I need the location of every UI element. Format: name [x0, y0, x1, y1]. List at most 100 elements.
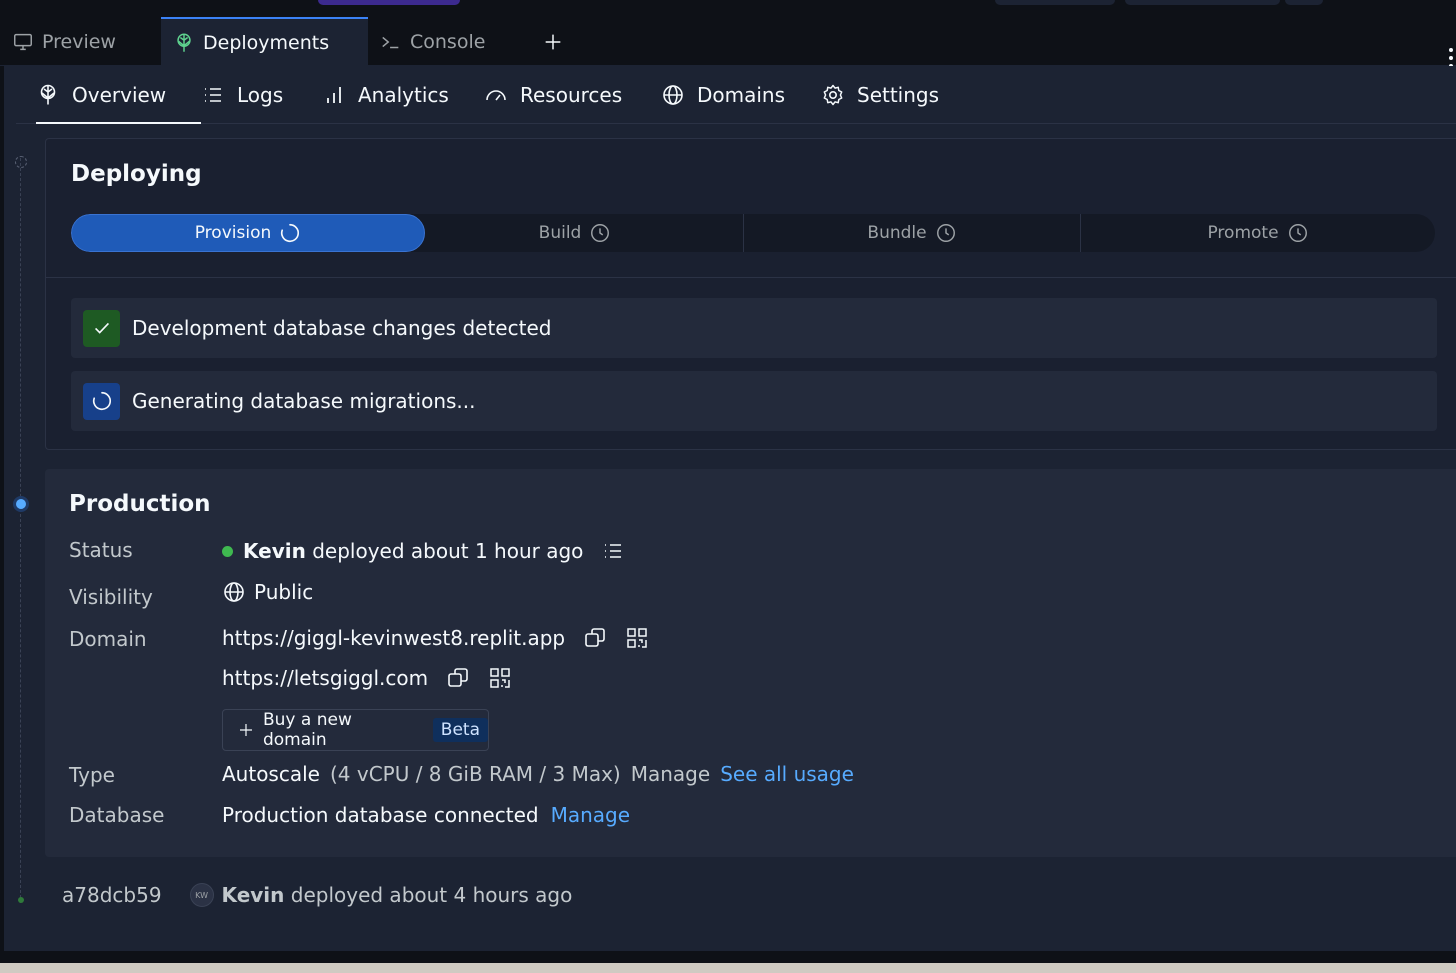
tab-label: Preview	[42, 30, 116, 53]
clock-icon	[936, 224, 955, 242]
history-entry[interactable]: a78dcb59 KW Kevin deployed about 4 hours…	[62, 883, 572, 907]
domain-row: https://letsgiggl.com	[222, 666, 512, 690]
deploy-step-bar: Build Bundle Promote Provision	[71, 214, 1435, 252]
tab-preview[interactable]: Preview	[0, 17, 160, 66]
database-label: Database	[69, 803, 165, 827]
gear-icon	[823, 84, 843, 106]
list-icon	[205, 88, 221, 102]
type-value: Autoscale (4 vCPU / 8 GiB RAM / 3 Max) M…	[222, 762, 854, 786]
subnav-settings[interactable]: Settings	[821, 66, 939, 124]
step-provision: Provision	[71, 214, 425, 252]
spinner-icon	[92, 391, 111, 411]
deployments-icon	[40, 84, 56, 105]
production-card: Production Status Kevin deployed about 1…	[45, 469, 1456, 857]
globe-icon	[224, 582, 244, 602]
top-control[interactable]	[1125, 0, 1280, 5]
spinner-icon	[281, 223, 300, 243]
clock-icon	[1288, 224, 1307, 242]
subnav-overview[interactable]: Overview	[36, 66, 201, 124]
plus-icon	[239, 724, 252, 736]
task-status-badge	[83, 309, 120, 347]
visibility-label: Visibility	[69, 585, 153, 609]
step-label: Build	[538, 223, 582, 243]
buy-domain-button[interactable]: Buy a new domain Beta	[222, 709, 489, 751]
subnav-label: Resources	[520, 83, 623, 107]
subnav-label: Overview	[72, 83, 167, 107]
type-label: Type	[69, 763, 115, 787]
clock-icon	[591, 224, 610, 242]
step-build: Build	[407, 214, 744, 252]
tab-label: Deployments	[203, 31, 330, 54]
visibility-value: Public	[222, 580, 313, 604]
status-label: Status	[69, 538, 133, 562]
deployment-timeline	[20, 158, 22, 903]
task-db-changes: Development database changes detected	[71, 298, 1437, 358]
copy-icon[interactable]	[583, 626, 607, 650]
deploying-card: Deploying Build Bundle Promote Provision	[45, 138, 1456, 450]
qr-code-icon[interactable]	[488, 666, 512, 690]
buy-domain-label: Buy a new domain	[262, 710, 352, 750]
globe-icon	[663, 85, 683, 105]
gauge-icon	[486, 90, 506, 101]
top-control[interactable]	[995, 0, 1115, 5]
logs-icon[interactable]	[601, 539, 625, 563]
timeline-history-dot	[18, 897, 24, 903]
terminal-icon	[382, 36, 399, 48]
deployments-icon	[177, 33, 191, 52]
timeline-current-dot	[16, 499, 26, 509]
divider	[46, 277, 1456, 278]
new-tab-button[interactable]	[530, 17, 576, 66]
check-icon	[94, 322, 109, 334]
domain-link[interactable]: https://giggl-kevinwest8.replit.app	[222, 626, 565, 650]
monitor-icon	[14, 33, 32, 50]
step-bundle: Bundle	[744, 214, 1081, 252]
window-bottom-edge	[0, 951, 1456, 973]
beta-badge: Beta	[432, 718, 488, 742]
deployments-subnav: Overview Logs Analytics Resources Domain…	[16, 66, 1456, 124]
subnav-logs[interactable]: Logs	[201, 66, 283, 124]
step-label: Provision	[194, 223, 272, 243]
top-indicator	[318, 0, 460, 5]
desktop-background	[0, 963, 1456, 973]
tab-deployments[interactable]: Deployments	[161, 17, 368, 66]
subnav-resources[interactable]: Resources	[484, 66, 622, 124]
subnav-label: Analytics	[358, 83, 449, 107]
subnav-label: Domains	[697, 83, 786, 107]
see-usage-link[interactable]: See all usage	[720, 762, 854, 786]
copy-icon[interactable]	[446, 666, 470, 690]
step-label: Bundle	[867, 223, 927, 243]
subnav-domains[interactable]: Domains	[661, 66, 785, 124]
qr-code-icon[interactable]	[625, 626, 649, 650]
visibility-text: Public	[254, 580, 314, 604]
subnav-label: Settings	[857, 83, 940, 107]
production-title: Production	[69, 491, 211, 517]
deployments-panel: Overview Logs Analytics Resources Domain…	[4, 66, 1456, 951]
plus-icon	[545, 34, 561, 49]
task-migrations: Generating database migrations...	[71, 371, 1437, 431]
database-status: Production database connected	[222, 803, 539, 827]
domain-link[interactable]: https://letsgiggl.com	[222, 666, 428, 690]
domain-label: Domain	[69, 627, 147, 651]
task-status-badge	[83, 382, 120, 420]
type-spec: (4 vCPU / 8 GiB RAM / 3 Max)	[329, 762, 621, 786]
top-control[interactable]	[1285, 0, 1323, 5]
commit-hash: a78dcb59	[62, 883, 162, 907]
bar-chart-icon	[327, 87, 341, 103]
type-manage-link[interactable]: Manage	[631, 762, 710, 786]
step-promote: Promote	[1081, 214, 1435, 252]
step-label: Promote	[1207, 223, 1279, 243]
database-manage-link[interactable]: Manage	[551, 803, 630, 827]
task-text: Development database changes detected	[132, 316, 552, 340]
status-dot	[222, 545, 233, 557]
database-value: Production database connected Manage	[222, 803, 630, 827]
history-user: Kevin	[221, 883, 285, 907]
deploying-title: Deploying	[71, 161, 202, 187]
subnav-label: Logs	[237, 83, 284, 107]
workspace-tab-bar: Preview Deployments Console	[0, 17, 1456, 68]
status-text: deployed about 1 hour ago	[312, 539, 584, 563]
status-user: Kevin	[243, 539, 306, 563]
tab-console[interactable]: Console	[368, 17, 518, 66]
tab-label: Console	[410, 30, 486, 53]
subnav-analytics[interactable]: Analytics	[322, 66, 449, 124]
window-top-strip	[0, 0, 1456, 17]
